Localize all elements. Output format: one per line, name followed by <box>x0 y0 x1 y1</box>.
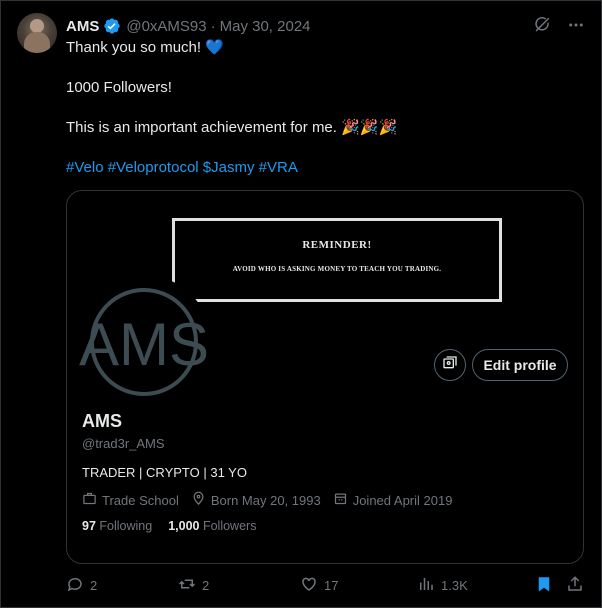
profile-info-row: Trade School Born May 20, 1993 Joined Ap… <box>82 491 452 509</box>
like-count: 17 <box>324 578 339 593</box>
like-button[interactable]: 17 <box>300 575 338 596</box>
author-name[interactable]: AMS <box>66 18 99 35</box>
following-label: Following <box>99 519 153 533</box>
reply-icon <box>66 575 84 596</box>
followers-label: Followers <box>202 519 257 533</box>
profile-banner: REMINDER! AVOID WHO IS ASKING MONEY TO T… <box>172 218 502 302</box>
tweet[interactable]: AMS @0xAMS93 · May 30, 2024 Thank you so… <box>0 0 602 608</box>
bookmark-icon <box>535 575 553 596</box>
profile-born: Born May 20, 1993 <box>191 491 321 509</box>
hashtag-veloprotocol[interactable]: #Veloprotocol <box>108 159 199 176</box>
hashtag-vra[interactable]: #VRA <box>259 159 298 176</box>
hashtag-velo[interactable]: #Velo <box>66 159 104 176</box>
repost-button[interactable]: 2 <box>178 575 209 596</box>
tweet-text-line-3: This is an important achievement for me.… <box>66 119 398 136</box>
profile-handle: @trad3r_AMS <box>82 436 165 451</box>
followers-stat[interactable]: 1,000 Followers <box>168 519 256 533</box>
briefcase-icon <box>82 491 97 509</box>
location-icon <box>191 491 206 509</box>
share-icon <box>566 575 584 596</box>
tweet-header: AMS @0xAMS93 · May 30, 2024 <box>66 16 311 36</box>
bookmark-button[interactable] <box>535 575 553 596</box>
tweet-hashtags: #Velo #Veloprotocol $Jasmy #VRA <box>66 158 298 178</box>
tweet-text-line-2: 1000 Followers! <box>66 79 172 96</box>
verified-badge-icon <box>103 17 121 35</box>
born-text: Born May 20, 1993 <box>210 492 321 508</box>
like-icon <box>300 575 318 596</box>
meta-separator: · <box>210 17 216 35</box>
repost-count: 2 <box>202 578 210 593</box>
following-count: 97 <box>82 519 96 533</box>
views-count: 1.3K <box>441 578 468 593</box>
tweet-actions: 2 2 17 1.3K <box>66 575 588 597</box>
media-icon <box>442 355 458 376</box>
logo-text: AMS <box>79 311 209 378</box>
avatar-body <box>24 32 50 53</box>
profile-joined: Joined April 2019 <box>333 491 453 509</box>
joined-text: Joined April 2019 <box>352 492 453 508</box>
author-avatar[interactable] <box>17 13 57 53</box>
profile-screenshot-card[interactable]: REMINDER! AVOID WHO IS ASKING MONEY TO T… <box>66 190 584 564</box>
tweet-date[interactable]: May 30, 2024 <box>220 18 311 35</box>
media-button[interactable] <box>434 349 466 381</box>
repost-icon <box>178 575 196 596</box>
edit-profile-button[interactable]: Edit profile <box>472 349 568 381</box>
share-button[interactable] <box>566 575 584 596</box>
reply-button[interactable]: 2 <box>66 575 97 596</box>
followers-count: 1,000 <box>168 519 200 533</box>
views-icon <box>417 575 435 596</box>
tweet-text-line-1: Thank you so much! 💙 <box>66 39 224 56</box>
reply-count: 2 <box>90 578 98 593</box>
banner-title: REMINDER! <box>302 239 372 251</box>
profile-stats: 97 Following 1,000 Followers <box>82 519 256 533</box>
grok-icon[interactable] <box>533 16 551 34</box>
tweet-top-actions <box>533 16 585 34</box>
profile-bio: TRADER | CRYPTO | 31 YO <box>82 465 247 480</box>
more-icon[interactable] <box>567 16 585 34</box>
cashtag-jasmy[interactable]: $Jasmy <box>203 159 255 176</box>
author-handle[interactable]: @0xAMS93 <box>126 18 206 35</box>
profile-logo: AMS <box>77 275 211 409</box>
category-text: Trade School <box>102 492 179 508</box>
profile-name: AMS <box>82 411 122 431</box>
following-stat[interactable]: 97 Following <box>82 519 152 533</box>
banner-subtitle: AVOID WHO IS ASKING MONEY TO TEACH YOU T… <box>232 265 442 273</box>
avatar-head <box>30 19 44 33</box>
profile-category: Trade School <box>82 491 179 509</box>
views-button[interactable]: 1.3K <box>417 575 468 596</box>
calendar-icon <box>333 491 348 509</box>
